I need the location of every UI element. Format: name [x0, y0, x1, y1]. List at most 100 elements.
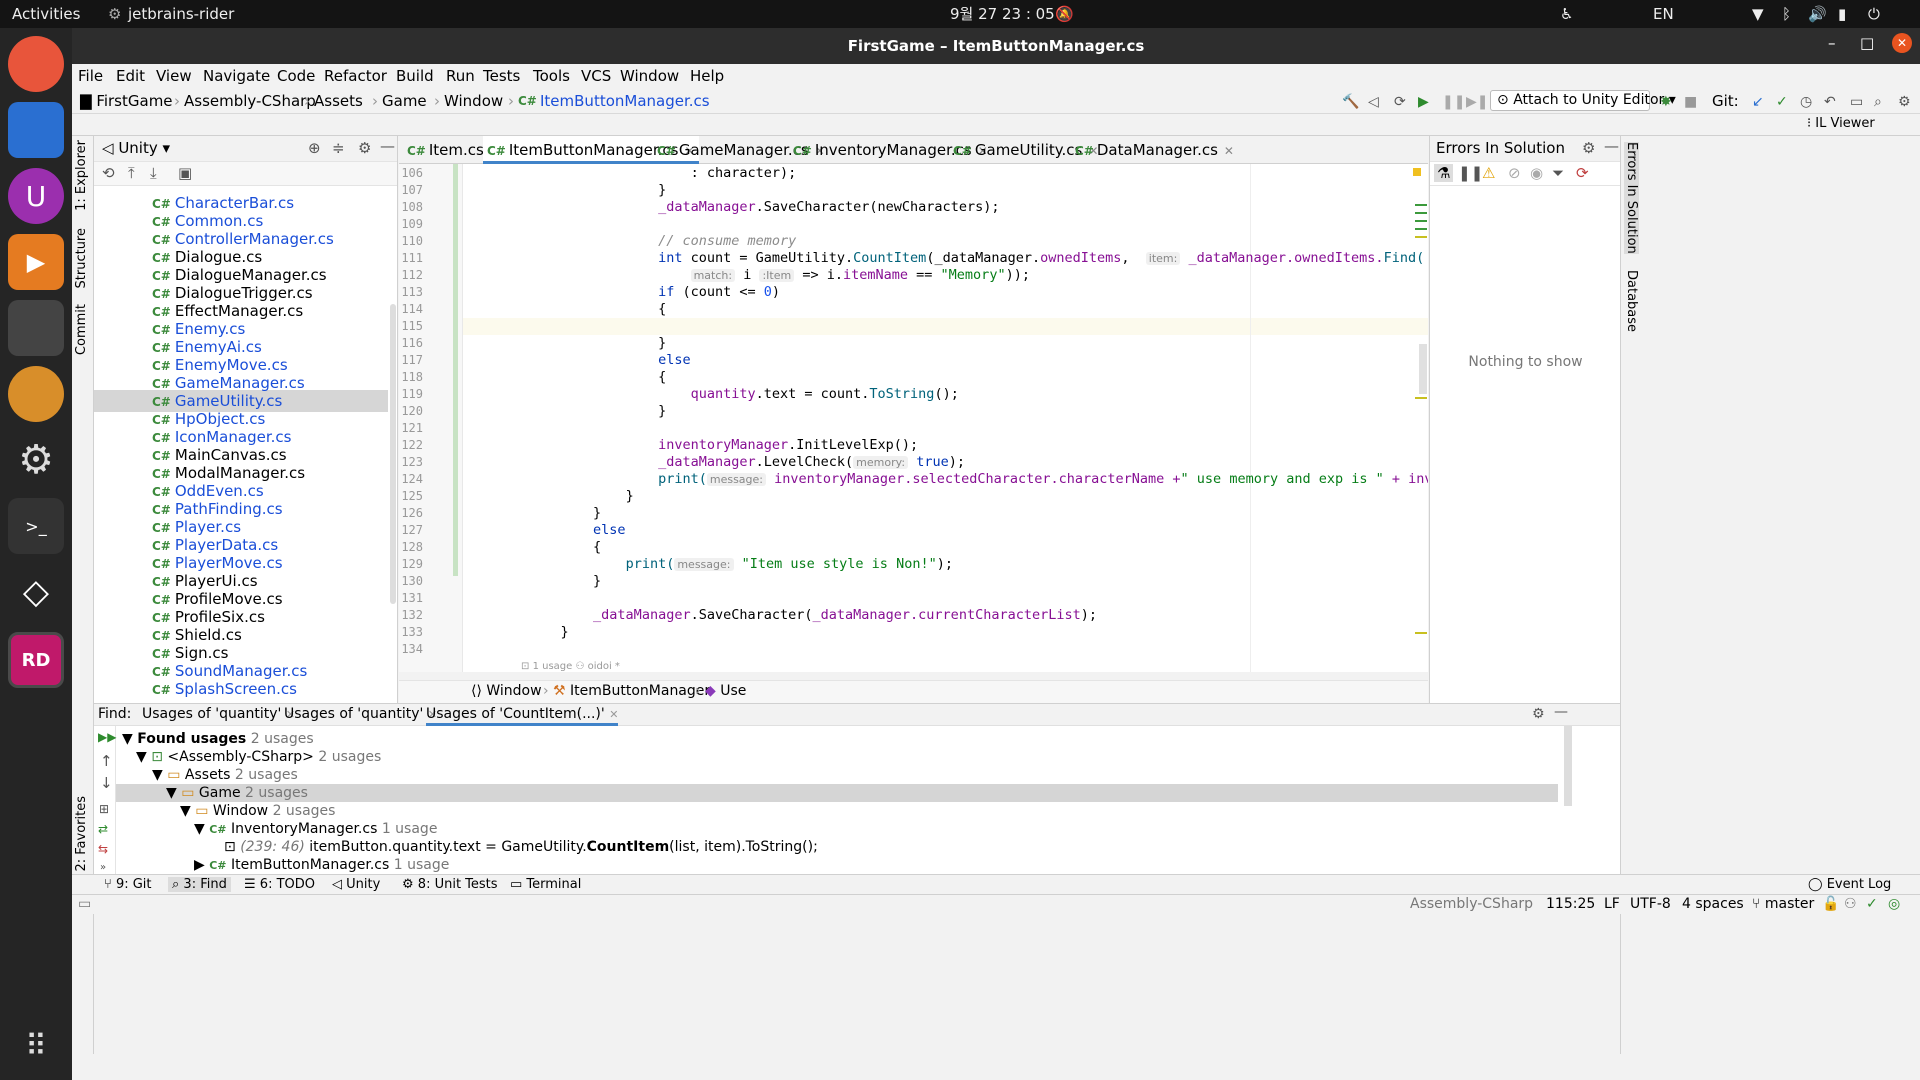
debug-icon[interactable]: ✸: [1660, 94, 1672, 110]
find-tab-quantity-1[interactable]: Usages of 'quantity' ✕: [142, 706, 295, 722]
crumb-window[interactable]: Window: [444, 92, 503, 110]
menu-refactor[interactable]: Refactor: [324, 67, 387, 85]
show-files-icon[interactable]: ▣: [178, 164, 192, 182]
app-menu[interactable]: jetbrains-rider: [128, 0, 234, 28]
language-indicator[interactable]: EN: [1653, 0, 1674, 28]
menu-tests[interactable]: Tests: [483, 67, 520, 85]
tree-row-usage[interactable]: ⊡ (239: 46) itemButton.quantity.text = G…: [224, 838, 818, 856]
status-toggle-icon[interactable]: ▭: [78, 896, 91, 912]
run-icon[interactable]: ▶: [1418, 94, 1429, 110]
tool-unity[interactable]: ◁ Unity: [332, 877, 380, 892]
inspection-icon[interactable]: ⚇: [1844, 896, 1857, 912]
menu-file[interactable]: File: [78, 67, 103, 85]
errors-settings-icon[interactable]: ⚙: [1582, 139, 1595, 157]
refresh-icon[interactable]: ⟳: [1394, 94, 1406, 110]
analyze-icon[interactable]: ⚗: [1434, 164, 1454, 182]
settings-icon[interactable]: ⚙: [8, 432, 64, 488]
code-vision-hint[interactable]: ⊡ 1 usage ⚇ oidoi *: [521, 661, 620, 672]
editor-scrollbar-thumb[interactable]: [1419, 344, 1427, 394]
eye-icon[interactable]: ◉: [1530, 164, 1543, 182]
bluetooth-icon[interactable]: ᛒ: [1782, 0, 1791, 28]
status-context[interactable]: Assembly-CSharp: [1410, 896, 1533, 912]
menu-view[interactable]: View: [156, 67, 192, 85]
tool-git[interactable]: ⑂ 9: Git: [104, 877, 152, 892]
lock-icon[interactable]: 🔓: [1822, 896, 1839, 912]
bc-class[interactable]: ⚒ ItemButtonManager: [553, 683, 710, 699]
run-unity-icon[interactable]: ◁: [1368, 94, 1379, 110]
find-settings-icon[interactable]: ⚙: [1532, 706, 1545, 722]
tab-data-manager[interactable]: C# DataManager.cs ✕: [1075, 136, 1234, 164]
find-tab-quantity-2[interactable]: Usages of 'quantity' ✕: [284, 706, 437, 722]
tree-file[interactable]: C# SplashScreen.cs: [152, 678, 297, 700]
crumb-game[interactable]: Game: [382, 92, 427, 110]
code-editor[interactable]: : character); } _dataManager.SaveCharact…: [463, 164, 1428, 672]
tool-terminal[interactable]: ▭ Terminal: [510, 877, 581, 892]
menu-vcs[interactable]: VCS: [581, 67, 611, 85]
tool-errors-in-solution[interactable]: Errors In Solution: [1624, 142, 1639, 254]
il-viewer-button[interactable]: ⁝ IL Viewer: [1807, 116, 1875, 131]
status-indent[interactable]: 4 spaces: [1682, 896, 1744, 912]
crumb-assets[interactable]: Assets: [314, 92, 363, 110]
bc-namespace[interactable]: ⟨⟩ Window: [471, 683, 542, 699]
run-config-select[interactable]: ⊙ Attach to Unity Editor ▾: [1490, 90, 1676, 111]
layout-icon[interactable]: ▭: [1850, 94, 1863, 110]
git-rollback-icon[interactable]: ↶: [1824, 94, 1836, 110]
hide-panel-icon[interactable]: —: [380, 137, 395, 155]
wifi-icon[interactable]: ▼: [1752, 0, 1764, 28]
collapse-icon[interactable]: ≑: [332, 139, 345, 157]
clock[interactable]: 9월 27 23 : 05: [950, 0, 1055, 28]
menu-run[interactable]: Run: [446, 67, 475, 85]
tab-item[interactable]: C# Item.cs: [407, 136, 484, 164]
terminal-icon[interactable]: >_: [8, 498, 64, 554]
show-apps-icon[interactable]: ⠿: [8, 1018, 64, 1074]
expand-icon[interactable]: ⤒: [128, 164, 135, 182]
search-icon[interactable]: ⌕: [1874, 94, 1882, 110]
status-ok-icon[interactable]: ✓: [1866, 896, 1878, 912]
warning-filter-icon[interactable]: ⚠: [1482, 164, 1495, 182]
pencil-icon[interactable]: [8, 366, 64, 422]
tool-favorites[interactable]: 2: Favorites: [74, 796, 89, 872]
video-player-icon[interactable]: ▶: [8, 234, 64, 290]
errors-hide-icon[interactable]: —: [1604, 137, 1619, 155]
menu-navigate[interactable]: Navigate: [203, 67, 270, 85]
unity-icon[interactable]: ◇: [8, 564, 64, 620]
merge-icon[interactable]: ⇄: [98, 822, 108, 836]
tool-database[interactable]: Database: [1624, 270, 1639, 332]
ubuntu-store-icon[interactable]: U: [8, 168, 64, 224]
close-icon[interactable]: ✕: [1892, 33, 1912, 53]
status-line-separator[interactable]: LF: [1604, 896, 1620, 912]
filter-icon[interactable]: ⏷: [1552, 164, 1564, 182]
find-scrollbar[interactable]: [1564, 726, 1572, 806]
tool-todo[interactable]: ☰ 6: TODO: [244, 877, 315, 892]
accessibility-icon[interactable]: ♿: [1560, 0, 1573, 28]
collapse-all-icon[interactable]: ⤓: [150, 164, 157, 182]
status-check-icon[interactable]: ◎: [1888, 896, 1900, 912]
tree-row-item-button-manager[interactable]: ▶ C# ItemButtonManager.cs 1 usage: [194, 856, 449, 874]
bc-method[interactable]: ◆ Use: [705, 683, 746, 699]
tool-find[interactable]: ⌕ 3: Find: [168, 877, 231, 892]
hidden-filter-icon[interactable]: ⊘: [1508, 164, 1521, 182]
menu-help[interactable]: Help: [690, 67, 724, 85]
rider-icon[interactable]: RD: [8, 632, 64, 688]
volume-icon[interactable]: 🔊: [1808, 0, 1827, 28]
tree-row-assets[interactable]: ▼ ▭ Assets 2 usages: [152, 766, 298, 784]
refresh-errors-icon[interactable]: ⟳: [1576, 164, 1589, 182]
menu-tools[interactable]: Tools: [533, 67, 570, 85]
files-icon[interactable]: [8, 102, 64, 158]
pause-icon[interactable]: ❚❚: [1442, 94, 1465, 110]
export-icon[interactable]: ⇆: [98, 842, 108, 856]
tool-explorer[interactable]: 1: Explorer: [74, 140, 89, 211]
tool-structure[interactable]: Structure: [74, 228, 89, 288]
stop-icon[interactable]: ■: [1684, 94, 1697, 110]
crumb-assembly[interactable]: Assembly-CSharp: [184, 92, 316, 110]
group-icon[interactable]: ⊞: [99, 802, 109, 816]
tool-event-log[interactable]: ◯ Event Log: [1808, 877, 1891, 892]
menu-window[interactable]: Window: [620, 67, 679, 85]
pause-analysis-icon[interactable]: ❚❚: [1458, 164, 1483, 182]
firefox-icon[interactable]: [8, 36, 64, 92]
git-update-icon[interactable]: ↙: [1752, 94, 1764, 110]
minimize-icon[interactable]: –: [1828, 34, 1836, 52]
rerun-icon[interactable]: ▶▶: [98, 730, 116, 744]
next-occurrence-icon[interactable]: ↓: [100, 774, 113, 792]
tree-row-inventory-manager[interactable]: ▼ C# InventoryManager.cs 1 usage: [194, 820, 437, 838]
